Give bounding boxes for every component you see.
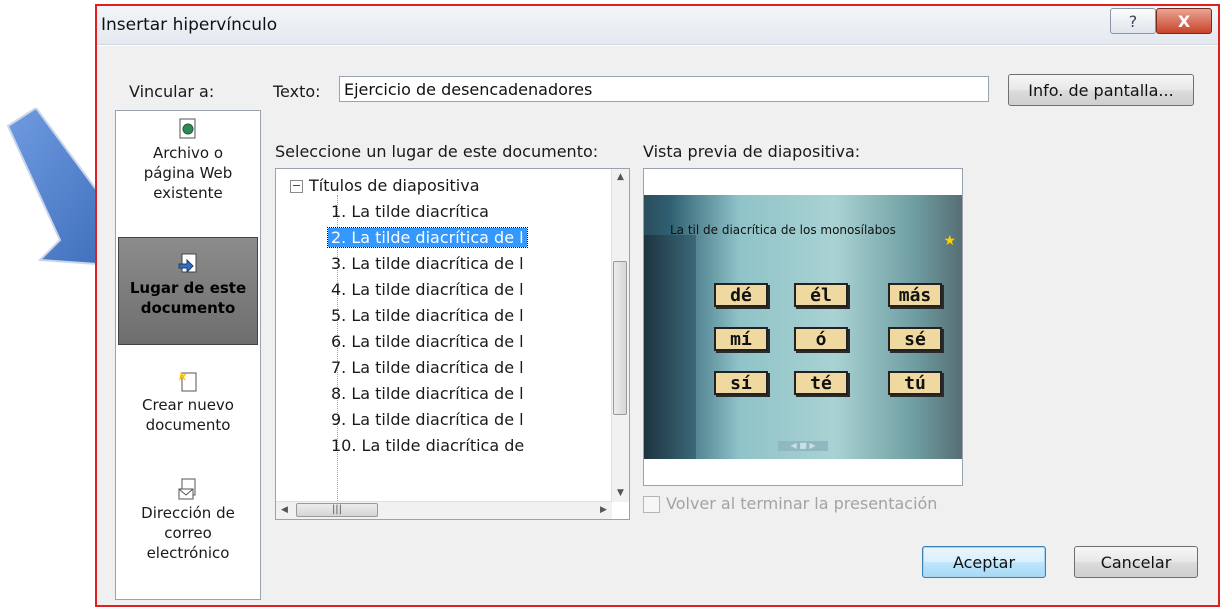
close-button[interactable]: X bbox=[1156, 8, 1212, 34]
dialog-title: Insertar hipervínculo bbox=[101, 15, 278, 35]
tree-item[interactable]: 9. La tilde diacrítica de l bbox=[328, 407, 527, 433]
link-type-label: página Web bbox=[143, 164, 233, 182]
link-type-label: documento bbox=[145, 416, 231, 434]
tree-root-slide-titles[interactable]: − Títulos de diapositiva bbox=[290, 173, 480, 199]
tree-item-label: 3. La tilde diacrítica de l bbox=[331, 254, 524, 273]
place-in-document-icon bbox=[178, 253, 197, 274]
slide-thumbnail: La til de diacrítica de los monosílabos … bbox=[644, 195, 962, 459]
word-tile: él bbox=[794, 283, 848, 307]
tree-item-label: 4. La tilde diacrítica de l bbox=[331, 280, 524, 299]
screentip-button[interactable]: Info. de pantalla... bbox=[1008, 74, 1194, 106]
web-file-icon bbox=[179, 118, 196, 139]
tree-item-label: 5. La tilde diacrítica de l bbox=[331, 306, 524, 325]
scroll-up-icon[interactable]: ▲ bbox=[612, 169, 629, 186]
tree-item[interactable]: 7. La tilde diacrítica de l bbox=[328, 355, 527, 381]
link-type-label: Dirección de bbox=[141, 504, 235, 522]
word-tile: ó bbox=[794, 327, 848, 351]
text-label: Texto: bbox=[273, 82, 321, 101]
word-tile: dé bbox=[714, 283, 768, 307]
link-type-label: Lugar de este bbox=[129, 279, 247, 297]
tree-root-label: Títulos de diapositiva bbox=[309, 176, 480, 195]
tree-item[interactable]: 8. La tilde diacrítica de l bbox=[328, 381, 527, 407]
tree-item[interactable]: 10. La tilde diacrítica de bbox=[328, 433, 527, 459]
ok-button[interactable]: Aceptar bbox=[922, 546, 1046, 578]
tree-item-label: 1. La tilde diacrítica bbox=[331, 202, 489, 221]
scroll-down-icon[interactable]: ▼ bbox=[612, 485, 629, 502]
tree-item[interactable]: 5. La tilde diacrítica de l bbox=[328, 303, 527, 329]
tree-item-label: 2. La tilde diacrítica de l bbox=[327, 227, 528, 248]
word-tile: mí bbox=[714, 327, 768, 351]
star-icon: ★ bbox=[943, 233, 956, 249]
link-type-label: Crear nuevo bbox=[142, 396, 234, 414]
close-icon: X bbox=[1177, 11, 1191, 31]
word-tile: sí bbox=[714, 371, 768, 395]
help-button[interactable]: ? bbox=[1110, 8, 1156, 34]
link-type-existing-file[interactable]: Archivo o página Web existente bbox=[116, 117, 260, 203]
tree-horizontal-scrollbar[interactable]: ◀ ||| ▶ bbox=[276, 501, 612, 519]
scroll-left-icon[interactable]: ◀ bbox=[276, 502, 293, 519]
cancel-button-label: Cancelar bbox=[1100, 552, 1172, 572]
checkbox-label: Volver al terminar la presentación bbox=[666, 494, 938, 513]
slide-nav-icons: ◀ ■ ▶ bbox=[778, 441, 828, 451]
document-places-tree[interactable]: − Títulos de diapositiva 1. La tilde diac… bbox=[275, 168, 630, 520]
select-place-label: Seleccione un lugar de este documento: bbox=[275, 142, 599, 161]
email-address-icon bbox=[178, 478, 196, 500]
slide-title: La til de diacrítica de los monosílabos bbox=[670, 223, 896, 237]
tree-item[interactable]: 6. La tilde diacrítica de l bbox=[328, 329, 527, 355]
insert-hyperlink-dialog: Insertar hipervínculo ? X Vincular a: Te… bbox=[95, 4, 1220, 607]
scroll-thumb[interactable]: ||| bbox=[296, 503, 378, 517]
help-icon: ? bbox=[1128, 11, 1138, 31]
word-tile: sé bbox=[888, 327, 942, 351]
display-text-input[interactable] bbox=[339, 76, 989, 102]
word-tile: tú bbox=[888, 371, 942, 395]
link-type-label: documento bbox=[140, 299, 236, 317]
scroll-thumb[interactable] bbox=[613, 261, 627, 415]
tree-item-label: 6. La tilde diacrítica de l bbox=[331, 332, 524, 351]
return-after-show-checkbox[interactable] bbox=[643, 496, 660, 513]
slide-preview: La til de diacrítica de los monosílabos … bbox=[643, 168, 963, 486]
link-to-label: Vincular a: bbox=[129, 82, 215, 101]
link-type-label: electrónico bbox=[146, 544, 230, 562]
dialog-body: Vincular a: Texto: Info. de pantalla... … bbox=[97, 45, 1218, 605]
link-type-email[interactable]: Dirección de correo electrónico bbox=[116, 477, 260, 563]
cancel-button[interactable]: Cancelar bbox=[1074, 546, 1198, 578]
tree-item[interactable]: 3. La tilde diacrítica de l bbox=[328, 251, 527, 277]
tree-vertical-scrollbar[interactable]: ▲ ▼ bbox=[611, 169, 629, 502]
link-type-new-document[interactable]: Crear nuevo documento bbox=[116, 369, 260, 435]
link-type-label: existente bbox=[153, 184, 223, 202]
tree-item[interactable]: 1. La tilde diacrítica bbox=[328, 199, 492, 225]
tree-item-label: 10. La tilde diacrítica de bbox=[331, 436, 525, 455]
collapse-icon[interactable]: − bbox=[290, 180, 303, 193]
tree-item[interactable]: 4. La tilde diacrítica de l bbox=[328, 277, 527, 303]
ok-button-label: Aceptar bbox=[952, 552, 1016, 572]
link-type-place-in-document[interactable]: Lugar de este documento bbox=[118, 237, 258, 345]
preview-label: Vista previa de diapositiva: bbox=[643, 142, 861, 161]
title-bar: Insertar hipervínculo ? X bbox=[97, 6, 1218, 45]
tree-item-label: 7. La tilde diacrítica de l bbox=[331, 358, 524, 377]
slide-decoration bbox=[644, 235, 696, 459]
link-type-label: Archivo o bbox=[152, 144, 224, 162]
link-to-panel: Archivo o página Web existente Lugar de … bbox=[115, 110, 261, 600]
word-tile: más bbox=[888, 283, 942, 307]
tree-item[interactable]: 2. La tilde diacrítica de l bbox=[327, 225, 528, 251]
word-tile: té bbox=[794, 371, 848, 395]
return-after-show-checkbox-row[interactable]: Volver al terminar la presentación bbox=[643, 494, 937, 513]
tree-item-label: 8. La tilde diacrítica de l bbox=[331, 384, 524, 403]
tree-item-label: 9. La tilde diacrítica de l bbox=[331, 410, 524, 429]
screentip-button-label: Info. de pantalla... bbox=[1028, 80, 1174, 100]
scroll-right-icon[interactable]: ▶ bbox=[595, 502, 612, 519]
link-type-label: correo bbox=[164, 524, 212, 542]
new-document-icon bbox=[179, 371, 197, 392]
